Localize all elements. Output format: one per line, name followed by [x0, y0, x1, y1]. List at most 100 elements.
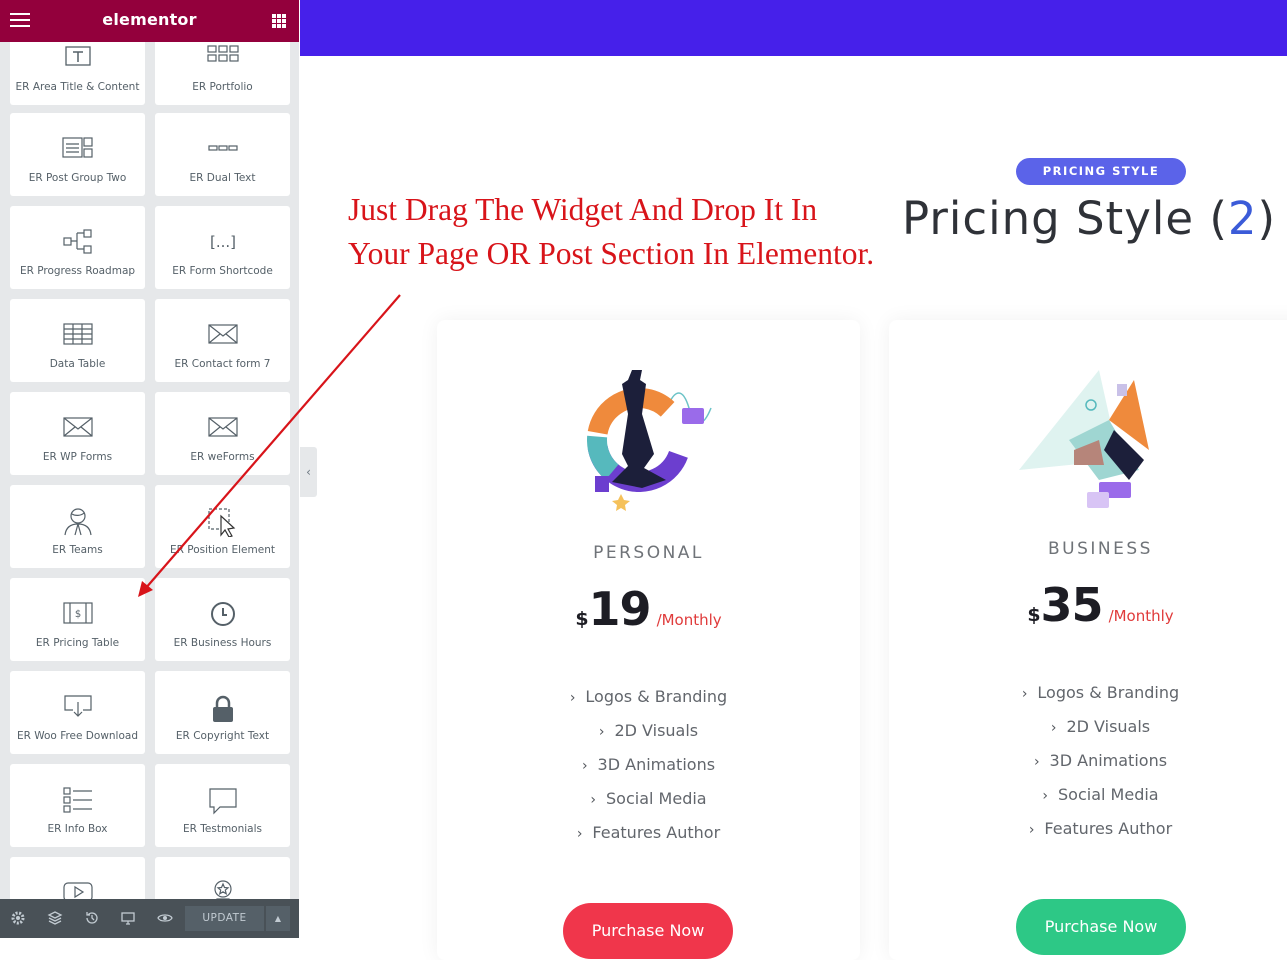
plan-price: $35/Monthly	[889, 578, 1287, 632]
envelope-icon	[62, 417, 93, 437]
chevron-right-icon: ›	[1050, 720, 1057, 736]
plan-price: $19/Monthly	[437, 582, 860, 636]
panel-collapse-toggle[interactable]: ‹	[300, 447, 317, 497]
chevron-right-icon: ›	[569, 690, 576, 706]
widget-er-copyright-text[interactable]: ER Copyright Text	[155, 671, 290, 754]
dual-text-icon	[207, 145, 238, 151]
feature-item: › Logos & Branding	[569, 687, 728, 706]
widget-data-table[interactable]: Data Table	[10, 299, 145, 382]
annotation-line-2: Your Page OR Post Section In Elementor.	[348, 236, 875, 271]
widget-label: ER Testmonials	[183, 823, 262, 835]
chevron-right-icon: ›	[598, 724, 605, 740]
drag-drop-annotation: Just Drag The Widget And Drop It In Your…	[348, 188, 874, 276]
chevron-right-icon: ›	[1042, 788, 1049, 804]
widget-label: ER Progress Roadmap	[19, 265, 136, 277]
envelope-icon	[207, 324, 238, 344]
update-button[interactable]: UPDATE	[185, 906, 264, 931]
price-period: /Monthly	[1108, 607, 1174, 625]
purchase-now-button[interactable]: Purchase Now	[563, 903, 733, 959]
lock-icon	[212, 695, 233, 722]
widget-er-dual-text[interactable]: ER Dual Text	[155, 113, 290, 196]
widget-er-portfolio[interactable]: ER Portfolio	[155, 42, 290, 105]
panel-footer: UPDATE ▲	[0, 899, 299, 938]
widget-label: ER WP Forms	[42, 451, 113, 463]
award-badge-icon	[213, 880, 232, 899]
widget-label: ER Business Hours	[173, 637, 272, 649]
widget-video[interactable]	[10, 857, 145, 899]
preview-eye-icon[interactable]	[157, 910, 173, 926]
clock-icon	[210, 602, 235, 626]
widget-er-testmonials[interactable]: ER Testmonials	[155, 764, 290, 847]
chevron-right-icon: ›	[581, 758, 588, 774]
widget-er-info-box[interactable]: ER Info Box	[10, 764, 145, 847]
pricing-card-business: BUSINESS $35/Monthly › Logos & Branding ›…	[889, 320, 1287, 960]
widget-er-weforms[interactable]: ER weForms	[155, 392, 290, 475]
chevron-right-icon: ›	[1033, 754, 1040, 770]
widget-label: ER Woo Free Download	[16, 730, 139, 742]
widget-label: ER Contact form 7	[174, 358, 271, 370]
price-amount: 35	[1040, 578, 1104, 632]
widget-er-wp-forms[interactable]: ER WP Forms	[10, 392, 145, 475]
section-badge: PRICING STYLE	[1016, 158, 1186, 185]
plan-name: BUSINESS	[1048, 539, 1153, 559]
megaphone-illustration	[1019, 370, 1149, 508]
position-icon	[207, 508, 235, 537]
svg-text:[...]: [...]	[209, 233, 235, 251]
widget-er-pricing-table[interactable]: $ ER Pricing Table	[10, 578, 145, 661]
history-icon[interactable]	[84, 910, 100, 926]
download-icon	[63, 695, 92, 717]
widget-er-post-group-two[interactable]: ER Post Group Two	[10, 113, 145, 196]
chess-strategy-illustration	[587, 370, 712, 511]
widget-label: ER Copyright Text	[175, 730, 270, 742]
pricing-card-personal: PERSONAL $19/Monthly › Logos & Branding ›…	[437, 320, 860, 960]
portfolio-grid-icon	[206, 45, 239, 62]
svg-text:$: $	[74, 609, 80, 620]
widget-label: Data Table	[49, 358, 106, 370]
text-block-icon	[64, 46, 91, 66]
widget-label: ER Dual Text	[189, 172, 256, 184]
widget-er-business-hours[interactable]: ER Business Hours	[155, 578, 290, 661]
currency-symbol: $	[1027, 604, 1041, 626]
shortcode-icon: [...]	[209, 233, 235, 251]
widget-label: ER Portfolio	[192, 81, 253, 93]
widget-award[interactable]	[155, 857, 290, 899]
section-title: Pricing Style (2)	[902, 192, 1276, 245]
responsive-icon[interactable]	[120, 910, 136, 926]
roadmap-icon	[62, 229, 92, 254]
feature-item: › Logos & Branding	[1021, 683, 1180, 702]
widget-er-teams[interactable]: ER Teams	[10, 485, 145, 568]
post-group-icon	[61, 137, 93, 158]
person-icon	[63, 508, 92, 536]
widget-label: ER Pricing Table	[35, 637, 120, 649]
widget-er-area-title[interactable]: ER Area Title & Content	[10, 42, 145, 105]
widget-label: ER Teams	[52, 544, 103, 556]
widget-label: ER Info Box	[47, 823, 108, 835]
update-options-icon[interactable]: ▲	[266, 906, 290, 931]
feature-item: › Features Author	[576, 823, 721, 842]
widget-label: ER Post Group Two	[28, 172, 127, 184]
price-period: /Monthly	[656, 611, 722, 629]
widget-er-progress-roadmap[interactable]: ER Progress Roadmap	[10, 206, 145, 289]
feature-item: › 3D Animations	[581, 755, 716, 774]
feature-item: › Social Media	[590, 789, 707, 808]
feature-item: › 2D Visuals	[598, 721, 699, 740]
widget-er-contact-form-7[interactable]: ER Contact form 7	[155, 299, 290, 382]
panel-header: elementor	[0, 0, 299, 42]
widget-list: ER Area Title & Content ER Portfolio ER …	[0, 42, 299, 899]
settings-icon[interactable]	[10, 910, 26, 926]
widget-label: ER Position Element	[170, 544, 275, 556]
chevron-right-icon: ›	[590, 792, 597, 808]
widget-er-form-shortcode[interactable]: [...] ER Form Shortcode	[155, 206, 290, 289]
layers-icon[interactable]	[47, 910, 63, 926]
purchase-now-button[interactable]: Purchase Now	[1016, 899, 1186, 955]
feature-item: › Features Author	[1028, 819, 1173, 838]
widget-er-position-element[interactable]: ER Position Element	[155, 485, 290, 568]
chevron-right-icon: ›	[1028, 822, 1035, 838]
speech-bubble-icon	[208, 788, 237, 815]
section-title-accent: 2	[1227, 192, 1258, 245]
feature-item: › Social Media	[1042, 785, 1159, 804]
widgets-grid-icon[interactable]	[272, 14, 286, 28]
plan-name: PERSONAL	[593, 543, 704, 563]
widget-er-woo-free-download[interactable]: ER Woo Free Download	[10, 671, 145, 754]
widget-label: ER weForms	[190, 451, 255, 463]
